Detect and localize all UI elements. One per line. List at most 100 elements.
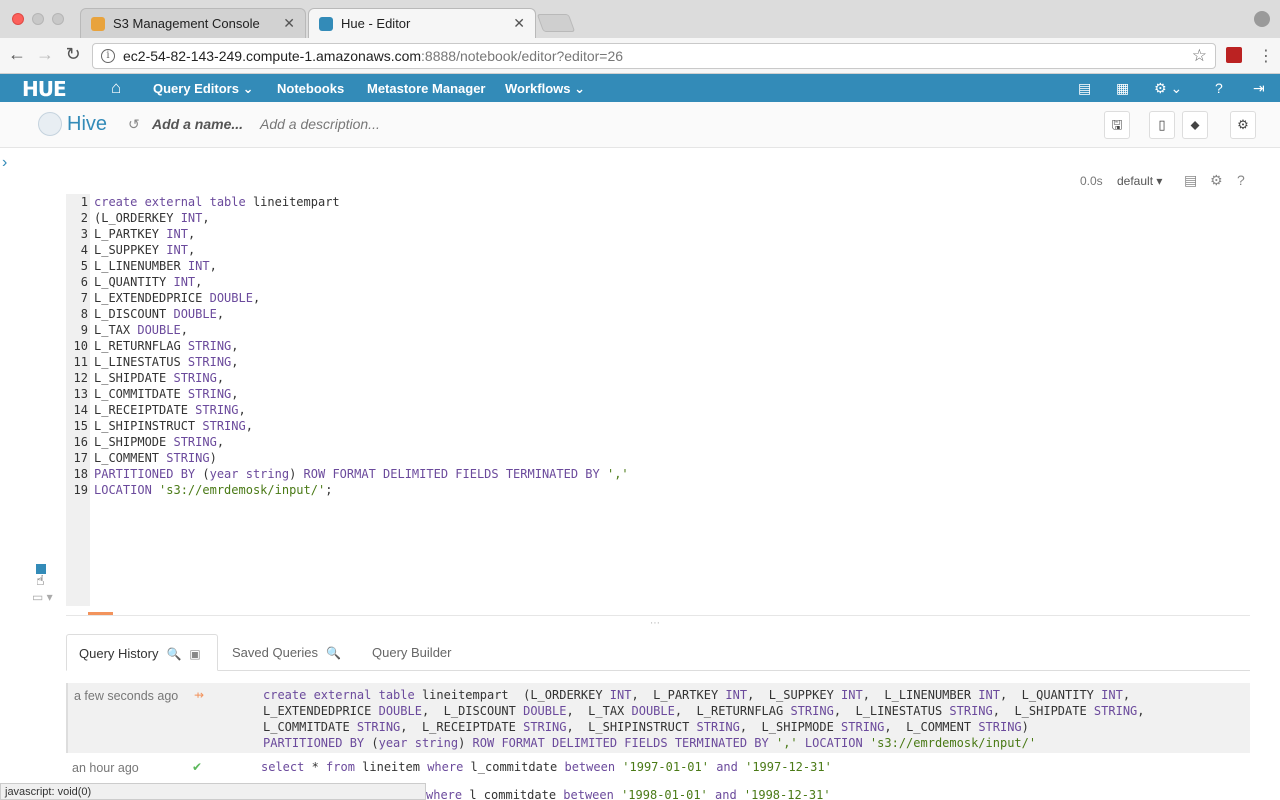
save-icon[interactable]: 🖫 — [1104, 111, 1130, 139]
code-token: INT — [173, 275, 196, 289]
browser-tab-s3[interactable]: S3 Management Console ✕ — [80, 8, 306, 38]
code-token: between — [564, 760, 623, 774]
code-line[interactable]: 14 L_RECEIPTDATE STRING, — [66, 402, 1066, 418]
history-icon[interactable]: ↺ — [128, 116, 140, 133]
reload-icon[interactable]: ↻ — [62, 44, 84, 65]
hand-cursor-icon: ☝ — [36, 572, 45, 588]
hue-navbar: HUE ⌂ Query Editors ⌄ Notebooks Metastor… — [0, 74, 1280, 102]
code-token: , — [1137, 704, 1145, 718]
database-select[interactable]: default ▾ — [1117, 174, 1162, 188]
file-browser-icon[interactable]: ▤ — [1078, 80, 1091, 97]
search-icon[interactable]: 🔍 — [166, 647, 181, 661]
code-line[interactable]: 16 L_SHIPMODE STRING, — [66, 434, 1066, 450]
home-icon[interactable]: ⌂ — [111, 78, 121, 98]
history-row[interactable]: an hour ago ✔ select * from lineitem whe… — [66, 757, 1250, 781]
code-token: L_QUANTITY — [94, 275, 174, 289]
settings-gears-icon[interactable]: ⚙ — [1230, 111, 1256, 139]
url-path: :8888/notebook/editor?editor=26 — [421, 48, 624, 64]
chevron-right-icon[interactable]: › — [2, 154, 7, 172]
hue-logo[interactable]: HUE — [22, 77, 67, 101]
tab-query-history[interactable]: Query History 🔍 ▣ — [66, 634, 218, 671]
tab-close-icon[interactable]: ✕ — [283, 15, 295, 32]
code-line[interactable]: 18 PARTITIONED BY (year string) ROW FORMA… — [66, 466, 1066, 482]
nav-workflows[interactable]: Workflows ⌄ — [505, 81, 585, 97]
code-line[interactable]: 1 create external table lineitempart — [66, 194, 1066, 210]
code-text: L_SHIPMODE STRING, — [88, 434, 224, 450]
code-token: lineitem — [362, 760, 428, 774]
bookmark-star-icon[interactable]: ☆ — [1192, 46, 1207, 66]
snippet-options-icon[interactable]: ▭ ▾ — [32, 590, 53, 604]
code-token: L_COMMENT — [94, 451, 167, 465]
browser-menu-icon[interactable]: ⋮ — [1258, 46, 1274, 66]
code-token: INT — [609, 688, 632, 702]
code-token: L_LINENUMBER — [94, 259, 188, 273]
help-icon[interactable]: ? — [1237, 172, 1245, 188]
nav-notebooks[interactable]: Notebooks — [277, 81, 344, 96]
code-token: , — [202, 211, 210, 225]
tab-saved-queries[interactable]: Saved Queries 🔍 — [220, 634, 353, 671]
table-browser-icon[interactable]: ▦ — [1116, 80, 1129, 97]
history-time: a few seconds ago — [74, 689, 179, 703]
address-bar[interactable]: i ec2-54-82-143-249.compute-1.amazonaws.… — [92, 43, 1216, 69]
code-token: STRING — [790, 704, 834, 718]
new-document-icon[interactable]: ▯ — [1149, 111, 1175, 139]
logout-icon[interactable]: ⇥ — [1253, 80, 1265, 97]
forward-arrow-icon[interactable]: → — [34, 44, 56, 65]
code-line[interactable]: 17 L_COMMENT STRING) — [66, 450, 1066, 466]
success-check-icon: ✔ — [192, 760, 203, 774]
code-token: L_COMMITDATE — [94, 387, 188, 401]
code-line[interactable]: 11 L_LINESTATUS STRING, — [66, 354, 1066, 370]
code-line[interactable]: 6 L_QUANTITY INT, — [66, 274, 1066, 290]
code-token: , L_SHIPDATE — [992, 704, 1094, 718]
admin-gears-icon[interactable]: ⚙ ⌄ — [1154, 80, 1182, 97]
code-token: , L_LINESTATUS — [833, 704, 950, 718]
browser-tab-hue[interactable]: Hue - Editor ✕ — [308, 8, 536, 38]
code-line[interactable]: 8 L_DISCOUNT DOUBLE, — [66, 306, 1066, 322]
maximize-window-button[interactable] — [52, 13, 64, 25]
calendar-icon[interactable]: ▣ — [189, 647, 200, 661]
line-number: 17 — [73, 451, 88, 465]
code-token: ) — [458, 736, 473, 750]
back-arrow-icon[interactable]: ← — [6, 44, 28, 65]
info-icon[interactable]: i — [101, 49, 115, 63]
code-text: create external table lineitempart — [88, 194, 340, 210]
minimize-window-button[interactable] — [32, 13, 44, 25]
tab-close-icon[interactable]: ✕ — [513, 15, 525, 32]
document-icon[interactable]: ▤ — [1184, 172, 1197, 189]
gear-icon[interactable]: ⚙ — [1210, 172, 1223, 189]
profile-icon[interactable] — [1254, 11, 1270, 27]
code-token: ( — [371, 736, 379, 750]
code-line[interactable]: 9 L_TAX DOUBLE, — [66, 322, 1066, 338]
code-line[interactable]: 12 L_SHIPDATE STRING, — [66, 370, 1066, 386]
resize-handle[interactable]: ⋯ — [650, 618, 661, 629]
nav-metastore-manager[interactable]: Metastore Manager — [367, 81, 485, 96]
code-token: STRING — [841, 720, 885, 734]
code-token: ROW FORMAT DELIMITED FIELDS TERMINATED B… — [472, 736, 776, 750]
code-line[interactable]: 7 L_EXTENDEDPRICE DOUBLE, — [66, 290, 1066, 306]
tab-query-builder[interactable]: Query Builder — [360, 634, 463, 671]
close-window-button[interactable] — [12, 13, 24, 25]
code-token: STRING — [356, 720, 401, 734]
code-line[interactable]: 15 L_SHIPINSTRUCT STRING, — [66, 418, 1066, 434]
history-row[interactable]: a few seconds ago ⇸ create external tabl… — [66, 683, 1250, 753]
code-line[interactable]: 10 L_RETURNFLAG STRING, — [66, 338, 1066, 354]
query-name-input[interactable]: Add a name... — [152, 116, 243, 132]
query-description-input[interactable]: Add a description... — [260, 116, 380, 132]
search-icon[interactable]: 🔍 — [326, 646, 341, 660]
code-line[interactable]: 13 L_COMMITDATE STRING, — [66, 386, 1066, 402]
code-line[interactable]: 2 (L_ORDERKEY INT, — [66, 210, 1066, 226]
pdf-extension-icon[interactable] — [1226, 47, 1242, 63]
code-line[interactable]: 3 L_PARTKEY INT, — [66, 226, 1066, 242]
code-line[interactable]: 5 L_LINENUMBER INT, — [66, 258, 1066, 274]
code-text: L_LINENUMBER INT, — [88, 258, 217, 274]
code-line[interactable]: 19 LOCATION 's3://emrdemosk/input/'; — [66, 482, 1066, 498]
code-editor[interactable]: 1 create external table lineitempart 2 (L_O… — [66, 194, 1066, 498]
nav-query-editors[interactable]: Query Editors ⌄ — [153, 81, 254, 97]
code-token: LOCATION — [797, 736, 870, 750]
help-icon[interactable]: ? — [1215, 80, 1223, 96]
new-tab-button[interactable] — [536, 14, 576, 32]
code-token: , — [195, 275, 203, 289]
code-token: PARTITIONED BY — [263, 736, 372, 750]
tag-icon[interactable]: ⬥ — [1182, 111, 1208, 139]
code-line[interactable]: 4 L_SUPPKEY INT, — [66, 242, 1066, 258]
